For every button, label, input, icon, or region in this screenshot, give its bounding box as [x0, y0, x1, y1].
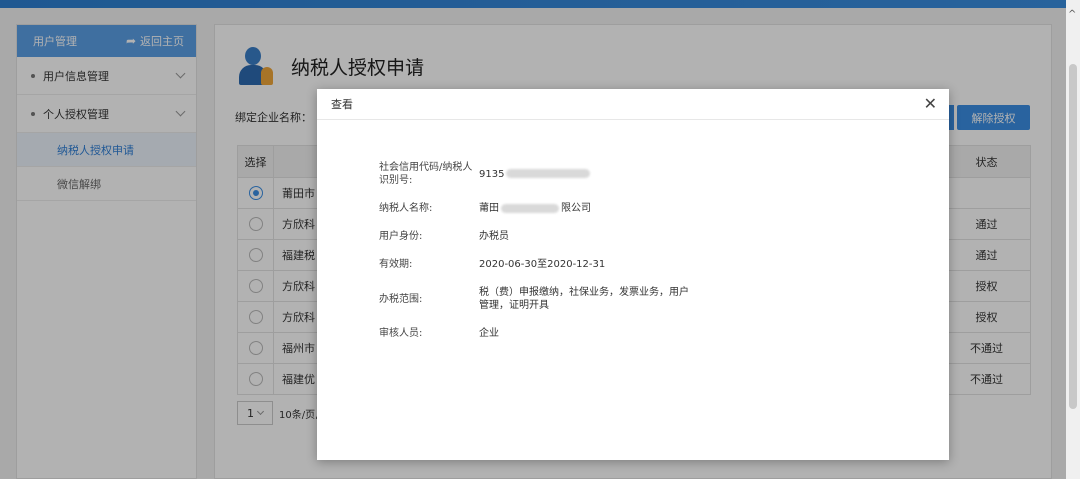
detail-key: 纳税人名称: [379, 203, 433, 214]
detail-key: 社会信用代码/纳税人识别号: [379, 162, 473, 186]
detail-row: 纳税人名称: 莆田 限公司 [379, 202, 719, 215]
detail-value: 税（费）申报缴纳，社保业务，发票业务，用户管理，证明开具 [479, 287, 689, 311]
redacted-mask [506, 169, 591, 178]
detail-list: 社会信用代码/纳税人识别号: 9135 纳税人名称: 莆田 限公司 用户身份: 办… [379, 161, 719, 355]
detail-key: 审核人员: [379, 328, 423, 339]
detail-row: 办税范围: 税（费）申报缴纳，社保业务，发票业务，用户管理，证明开具 [379, 286, 719, 312]
detail-value: 莆田 [479, 203, 499, 214]
detail-value: 办税员 [479, 231, 509, 242]
close-icon[interactable]: ✕ [924, 96, 937, 112]
dialog-header: 查看 ✕ [317, 89, 949, 120]
detail-row: 审核人员: 企业 [379, 327, 719, 340]
dialog-title: 查看 [331, 98, 353, 111]
scroll-up-icon[interactable]: ^ [1068, 10, 1076, 20]
redacted-mask [501, 203, 559, 213]
detail-value: 9135 [479, 168, 505, 180]
detail-key: 用户身份: [379, 231, 423, 242]
detail-key: 有效期: [379, 259, 413, 270]
detail-value: 企业 [479, 328, 499, 339]
scroll-thumb[interactable] [1069, 64, 1077, 409]
detail-value: 2020-06-30至2020-12-31 [479, 259, 606, 270]
detail-row: 有效期: 2020-06-30至2020-12-31 [379, 258, 719, 271]
detail-row: 用户身份: 办税员 [379, 230, 719, 243]
detail-row: 社会信用代码/纳税人识别号: 9135 [379, 161, 719, 187]
detail-key: 办税范围: [379, 293, 423, 305]
page-scrollbar[interactable]: ^ [1066, 0, 1080, 479]
detail-value-suffix: 限公司 [561, 203, 591, 214]
view-dialog: 查看 ✕ 社会信用代码/纳税人识别号: 9135 纳税人名称: 莆田 限公司 用户… [317, 89, 949, 460]
